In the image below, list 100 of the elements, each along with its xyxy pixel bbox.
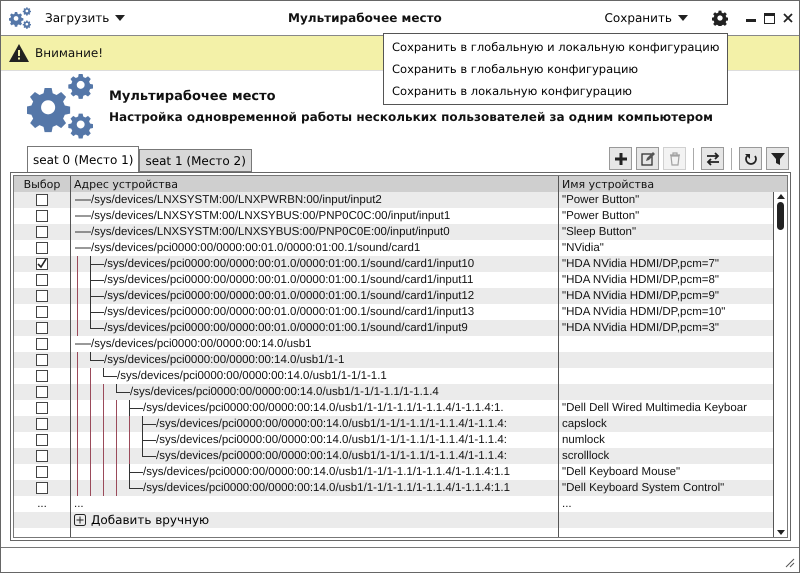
edit-button[interactable] [636, 147, 659, 170]
tree-connector [75, 343, 91, 345]
warning-text: Внимание! [35, 46, 104, 60]
maximize-button[interactable] [764, 12, 775, 24]
tree-connector [75, 247, 91, 249]
seat-tab[interactable]: seat 1 (Место 2) [139, 149, 252, 172]
select-checkbox[interactable] [36, 482, 48, 494]
more-indicator: ... [74, 498, 84, 510]
device-address: /sys/devices/pci0000:00/0000:00:14.0/usb1/1-1/1-1.1/1-1.1.4/1-1.1.4: [156, 418, 507, 430]
tree-connector [75, 199, 91, 201]
edit-icon [640, 152, 654, 166]
trash-icon [668, 152, 682, 166]
menu-item[interactable]: Сохранить в глобальную конфигурацию [384, 58, 728, 80]
filter-button[interactable] [766, 147, 789, 170]
device-address: /sys/devices/pci0000:00/0000:00:14.0/usb1/1-1/1-1.1/1-1.1.4/1-1.1.4:1. [143, 402, 504, 414]
caret-icon [678, 15, 688, 21]
column-header: Выбор [24, 178, 60, 190]
device-name: "Dell Keyboard Mouse" [562, 466, 680, 478]
add-button[interactable] [609, 147, 632, 170]
device-address: /sys/devices/pci0000:00/0000:00:14.0/usb1/1-1/1-1.1/1-1.1.4/1-1.1.4: [156, 434, 507, 446]
select-checkbox[interactable] [36, 354, 48, 366]
select-checkbox[interactable] [36, 466, 48, 478]
device-address: /sys/devices/pci0000:00/0000:00:14.0/usb1/1-1 [104, 354, 344, 366]
device-address: /sys/devices/pci0000:00/0000:00:14.0/usb1/1-1/1-1.1 [117, 370, 387, 382]
device-name: "Sleep Button" [562, 226, 636, 238]
select-checkbox[interactable] [36, 194, 48, 206]
device-address: /sys/devices/pci0000:00/0000:00:14.0/usb1/1-1/1-1.1/1-1.1.4/1-1.1.4:1.1 [143, 482, 510, 494]
plus-icon [614, 152, 628, 166]
device-address: /sys/devices/pci0000:00/0000:00:14.0/usb1/1-1/1-1.1/1-1.1.4/1-1.1.4:1.1 [143, 466, 510, 478]
close-button[interactable] [783, 13, 793, 23]
settings-button[interactable] [712, 10, 728, 26]
gears-icon [27, 73, 93, 139]
scroll-down-icon [776, 530, 784, 535]
select-checkbox[interactable] [36, 434, 48, 446]
device-address: /sys/devices/pci0000:00/0000:00:14.0/usb1 [91, 338, 312, 350]
close-icon [783, 13, 793, 23]
tree-connector [75, 400, 143, 416]
column-header: Адрес устройства [74, 178, 178, 190]
banner-subtitle: Настройка одновременной работы нескольких пользователей за одним компьютером [109, 110, 713, 124]
device-address: /sys/devices/LNXSYSTM:00/LNXSYBUS:00/PNP0C0E:00/input/input0 [91, 226, 450, 238]
maximize-icon [764, 12, 775, 24]
select-checkbox[interactable] [36, 306, 48, 318]
device-name: "Dell Dell Wired Multimedia Keyboar [562, 402, 747, 414]
gears-icon [9, 7, 31, 29]
select-checkbox[interactable] [36, 370, 48, 382]
refresh-icon [744, 152, 758, 166]
device-name: "Dell Keyboard System Control" [562, 482, 724, 494]
select-checkbox[interactable] [36, 258, 48, 270]
select-checkbox[interactable] [36, 242, 48, 254]
device-address: /sys/devices/pci0000:00/0000:00:01.0/0000:01:00.1/sound/card1/input13 [104, 306, 474, 318]
tree-connector [75, 215, 91, 217]
tree-connector [75, 464, 143, 480]
resize-grip-icon[interactable] [785, 558, 795, 568]
tree-connector [75, 384, 130, 400]
swap-button[interactable] [701, 147, 724, 170]
tree-connector [75, 231, 91, 233]
select-checkbox[interactable] [36, 274, 48, 286]
select-checkbox[interactable] [36, 210, 48, 222]
device-address: /sys/devices/LNXSYSTM:00/LNXSYBUS:00/PNP0C0C:00/input/input1 [91, 210, 450, 222]
menu-item[interactable]: Сохранить в локальную конфигурацию [384, 80, 728, 102]
filter-icon [770, 152, 784, 166]
device-name: scrolllock [562, 450, 610, 462]
device-name: "HDA NVidia HDMI/DP,pcm=8" [562, 274, 719, 286]
more-indicator: ... [37, 498, 47, 510]
scroll-up-icon [776, 194, 784, 199]
device-name: "HDA NVidia HDMI/DP,pcm=3" [562, 322, 719, 334]
scroll-thumb[interactable] [777, 202, 784, 230]
device-name: numlock [562, 434, 605, 446]
device-address: /sys/devices/pci0000:00/0000:00:01.0/0000:01:00.1/sound/card1/input12 [104, 290, 474, 302]
device-name: capslock [562, 418, 607, 430]
scrollbar[interactable] [773, 192, 787, 537]
tree-connector [75, 304, 104, 320]
seat-tab[interactable]: seat 0 (Место 1) [27, 146, 140, 172]
tree-connector [75, 256, 104, 272]
device-address: /sys/devices/pci0000:00/0000:00:14.0/usb1/1-1/1-1.1/1-1.1.4/1-1.1.4: [156, 450, 507, 462]
more-indicator: ... [562, 498, 572, 510]
check-icon [37, 259, 47, 269]
select-checkbox[interactable] [36, 418, 48, 430]
add-manually-button[interactable]: Добавить вручную [74, 513, 210, 527]
select-checkbox[interactable] [36, 290, 48, 302]
device-name: "Power Button" [562, 210, 640, 222]
menu-item[interactable]: Сохранить в глобальную и локальную конфигурацию [384, 36, 728, 58]
refresh-button[interactable] [739, 147, 762, 170]
banner-title: Мультирабочее место [109, 88, 276, 104]
device-name: "NVidia" [562, 242, 604, 254]
select-checkbox[interactable] [36, 402, 48, 414]
select-checkbox[interactable] [36, 322, 48, 334]
select-checkbox[interactable] [36, 386, 48, 398]
load-menu[interactable]: Загрузить [39, 9, 132, 27]
column-header: Имя устройства [562, 178, 654, 190]
tree-connector [75, 320, 104, 336]
device-address: /sys/devices/pci0000:00/0000:00:01.0/0000:01:00.1/sound/card1 [91, 242, 420, 254]
window-title: Мультирабочее место [287, 11, 443, 25]
device-name: "HDA NVidia HDMI/DP,pcm=10" [562, 306, 726, 318]
tree-connector [75, 480, 143, 496]
swap-icon [706, 152, 720, 166]
select-checkbox[interactable] [36, 338, 48, 350]
select-checkbox[interactable] [36, 450, 48, 462]
save-menu[interactable]: Сохранить [598, 9, 694, 27]
select-checkbox[interactable] [36, 226, 48, 238]
